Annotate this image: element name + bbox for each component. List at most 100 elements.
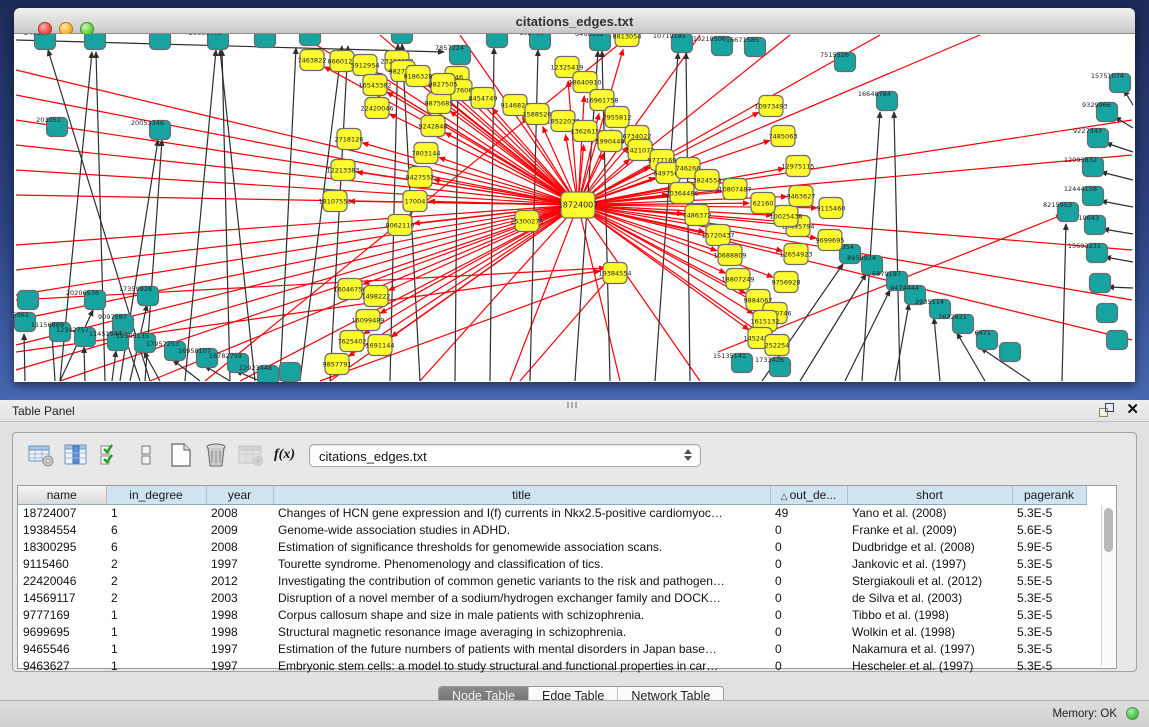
network-window: citations_edges.txt 24055720691406160538… <box>14 8 1135 382</box>
graph-node[interactable] <box>1097 304 1118 323</box>
graph-node-label: 203051 <box>36 116 61 124</box>
graph-node[interactable] <box>255 34 276 48</box>
matrix-icon[interactable] <box>130 439 162 471</box>
graph-node-label: 16543382 <box>358 82 391 90</box>
graph-node-label: 9699695 <box>816 237 845 245</box>
column-header-out_degree[interactable]: △out_de... <box>770 486 847 504</box>
function-builder-icon[interactable]: f(x) <box>274 447 295 463</box>
graph-node[interactable] <box>1090 274 1111 293</box>
scrollbar-thumb[interactable] <box>1104 508 1113 552</box>
table-row[interactable]: 911546021997Tourette syndrome. Phenomeno… <box>18 555 1086 572</box>
graph-node-label: 8958924 <box>847 254 876 262</box>
graph-node-label: 22420046 <box>360 105 393 113</box>
float-panel-icon[interactable] <box>1099 403 1114 417</box>
network-canvas[interactable]: 2405572069140616053809785722410653287152… <box>14 34 1135 382</box>
cell-in_degree: 6 <box>106 521 206 538</box>
table-source-value: citations_edges.txt <box>319 449 427 464</box>
cell-year: 1997 <box>206 555 273 572</box>
cell-in_degree: 2 <box>106 572 206 589</box>
graph-node-label: 16782759 <box>209 352 242 360</box>
new-table-icon[interactable] <box>165 439 197 471</box>
table-row[interactable]: 1456911722003Disruption of a novel membe… <box>18 589 1086 606</box>
column-header-short[interactable]: short <box>847 486 1012 504</box>
delete-table-icon-disabled <box>235 439 267 471</box>
graph-node-label: 6466162 <box>575 34 604 38</box>
table-row[interactable]: 1872400712008Changes of HCN gene express… <box>18 504 1086 521</box>
table-vertical-scrollbar[interactable] <box>1101 506 1115 666</box>
graph-node-label: 12444158 <box>1064 185 1097 193</box>
graph-node[interactable] <box>300 34 321 46</box>
sort-ascending-icon: △ <box>781 491 788 501</box>
graph-node-label: 15720437 <box>701 232 734 240</box>
table-row[interactable]: 977716911998Corpus callosum shape and si… <box>18 606 1086 623</box>
cell-out_degree: 0 <box>770 589 847 606</box>
column-header-name[interactable]: name <box>18 486 106 504</box>
delete-icon[interactable] <box>200 439 232 471</box>
cell-short: Tibbo et al. (1998) <box>847 606 1012 623</box>
row-checks-icon[interactable] <box>95 439 127 471</box>
graph-node-16053809[interactable] <box>392 34 413 44</box>
window-titlebar[interactable]: citations_edges.txt <box>14 8 1135 34</box>
cell-title: Structural magnetic resonance image aver… <box>273 623 770 640</box>
table-row[interactable]: 1938455462009Genome-wide association stu… <box>18 521 1086 538</box>
cell-out_degree: 0 <box>770 555 847 572</box>
table-row[interactable]: 946554611997Estimation of the future num… <box>18 640 1086 657</box>
graph-node[interactable] <box>280 363 301 382</box>
close-panel-icon[interactable]: ✕ <box>1126 403 1139 417</box>
graph-node-label: 9875685 <box>425 100 454 108</box>
graph-node[interactable] <box>85 34 106 50</box>
table-row[interactable]: 969969511998Structural magnetic resonanc… <box>18 623 1086 640</box>
graph-node[interactable] <box>18 291 39 310</box>
cell-name: 22420046 <box>18 572 106 589</box>
graph-node[interactable] <box>150 34 171 50</box>
graph-node-label: 62160 <box>753 200 774 208</box>
graph-node-label: 240557 <box>24 34 49 37</box>
graph-node-label: 15751074 <box>1091 72 1124 80</box>
cell-in_degree: 1 <box>106 623 206 640</box>
graph-node-label: 9329966 <box>1082 101 1111 109</box>
graph-node-label: 8062110 <box>386 222 415 230</box>
graph-node-label: 15135141 <box>713 352 746 360</box>
graph-node[interactable] <box>1000 343 1021 362</box>
column-header-title[interactable]: title <box>273 486 770 504</box>
cell-year: 1997 <box>206 640 273 657</box>
graph-node[interactable] <box>1107 331 1128 350</box>
graph-node-label: 12654923 <box>779 251 812 259</box>
cell-title: Embryonic stem cells: a model to study s… <box>273 657 770 674</box>
graph-node-label: 19218506 <box>693 35 726 43</box>
graph-node-label: 9857791 <box>323 361 352 369</box>
table-options-icon[interactable] <box>25 439 57 471</box>
splitter-grip[interactable] <box>567 402 579 408</box>
cytoscape-desktop: citations_edges.txt 24055720691406160538… <box>0 0 1149 400</box>
graph-node-label: 10719185 <box>653 34 686 40</box>
cell-pagerank: 5.3E-5 <box>1012 504 1086 521</box>
table-source-select[interactable]: citations_edges.txt <box>309 444 701 467</box>
column-header-year[interactable]: year <box>206 486 273 504</box>
table-row[interactable]: 946362711997Embryonic stem cells: a mode… <box>18 657 1086 674</box>
cell-in_degree: 1 <box>106 606 206 623</box>
graph-node-label: 16099489 <box>351 317 384 325</box>
graph-node-label: 18724007 <box>558 201 599 210</box>
graph-node-label: 12975115 <box>781 163 814 171</box>
graph-node-label: 9227343 <box>1073 127 1102 135</box>
table-row[interactable]: 1830029562008Estimation of significance … <box>18 538 1086 555</box>
graph-node-label: 3824554 <box>693 177 722 185</box>
graph-node-label: 10807487 <box>718 186 751 194</box>
graph-node-label: 17957253 <box>146 340 179 348</box>
column-visibility-icon[interactable] <box>60 439 92 471</box>
column-header-in_degree[interactable]: in_degree <box>106 486 206 504</box>
graph-node-label: 9474444 <box>890 284 919 292</box>
graph-node-label: 16648784 <box>858 90 891 98</box>
node-table-header: namein_degreeyeartitle△out_de...shortpag… <box>18 486 1086 504</box>
column-header-pagerank[interactable]: pagerank <box>1012 486 1086 504</box>
graph-node-label: 8813054 <box>613 34 642 41</box>
cell-in_degree: 2 <box>106 589 206 606</box>
cell-name: 18724007 <box>18 504 106 521</box>
cell-in_degree: 1 <box>106 504 206 521</box>
cell-out_degree: 0 <box>770 640 847 657</box>
graph-node-10653287[interactable] <box>487 34 508 48</box>
citation-network-graph[interactable]: 2405572069140616053809785722410653287152… <box>14 34 1135 382</box>
cell-short: Wolkin et al. (1998) <box>847 623 1012 640</box>
cell-in_degree: 1 <box>106 657 206 674</box>
table-row[interactable]: 2242004622012Investigating the contribut… <box>18 572 1086 589</box>
